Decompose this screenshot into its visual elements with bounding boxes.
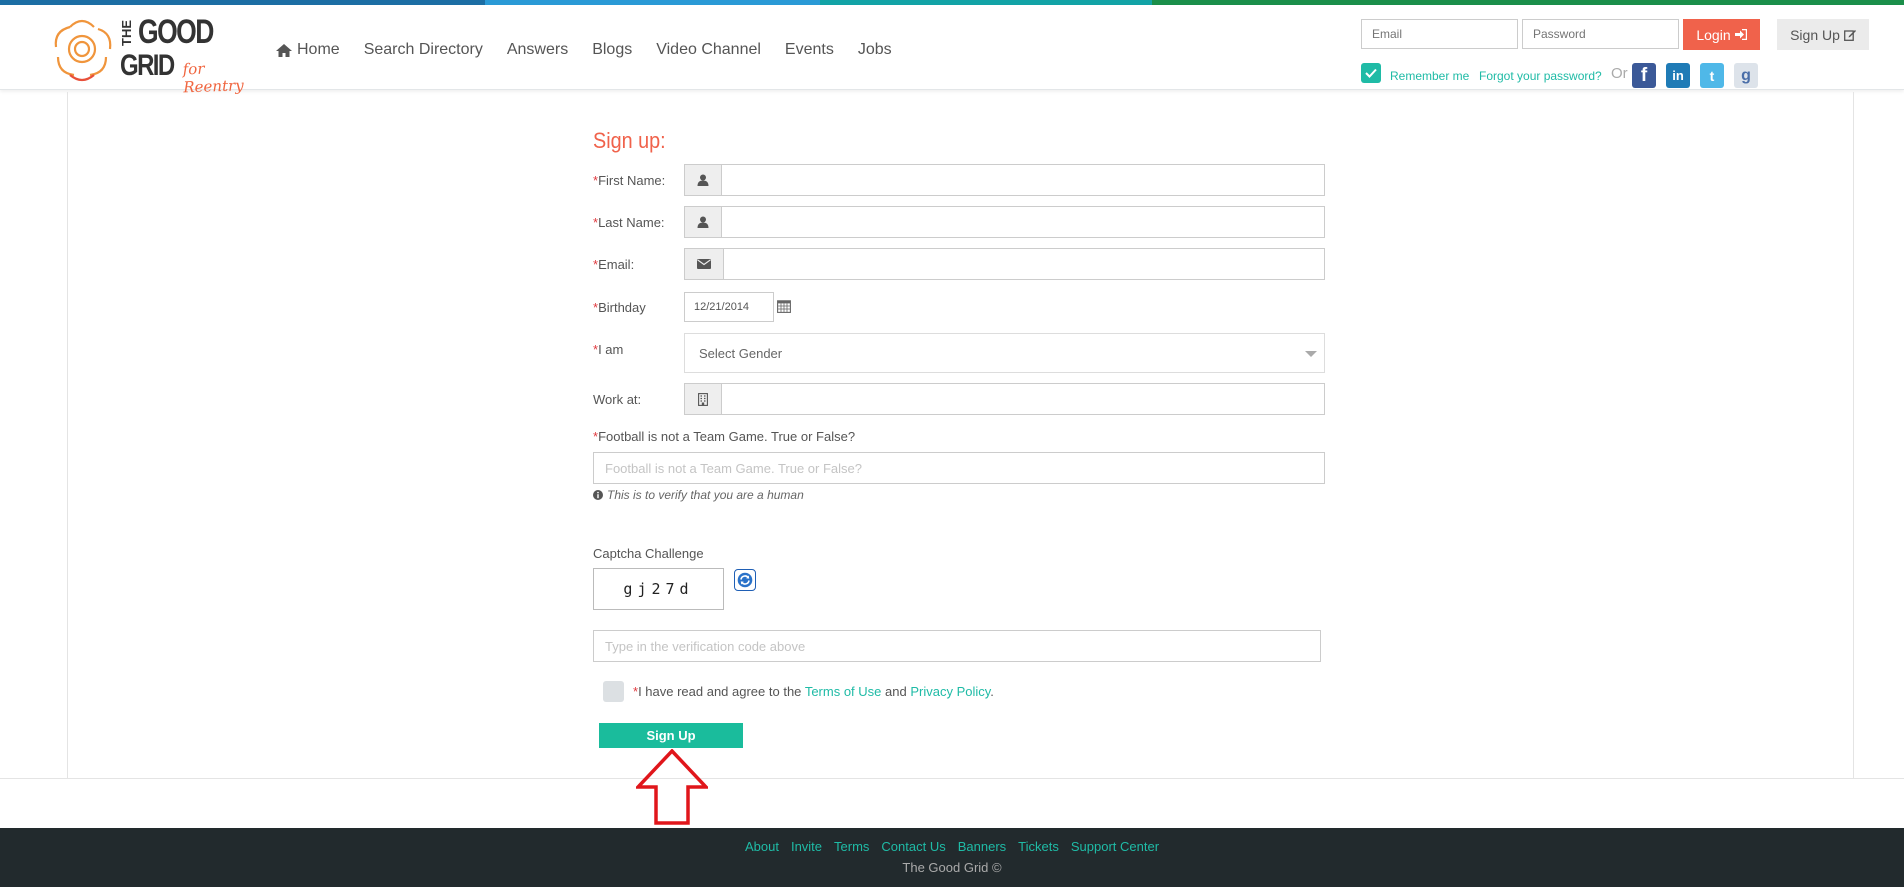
logo-text-the: THE	[119, 20, 134, 46]
login-password-input[interactable]	[1522, 19, 1679, 49]
logo-text-grid: GRID	[120, 49, 175, 82]
nav-events[interactable]: Events	[785, 41, 834, 59]
chevron-down-icon	[1305, 351, 1317, 357]
top-header: THE GOOD GRID for Reentry Home Search Di…	[0, 5, 1904, 96]
footer-copyright: The Good Grid ©	[902, 860, 1002, 875]
human-question-label: *Football is not a Team Game. True or Fa…	[593, 429, 856, 444]
work-at-input[interactable]	[722, 384, 1324, 414]
remember-me-checkbox[interactable]	[1361, 63, 1381, 83]
edit-icon	[1843, 29, 1856, 41]
human-question-input[interactable]: Football is not a Team Game. True or Fal…	[593, 452, 1325, 484]
flower-logo-icon	[54, 19, 112, 82]
building-icon	[685, 384, 722, 414]
header-signup-label: Sign Up	[1790, 26, 1840, 43]
footer-link-contact-us[interactable]: Contact Us	[881, 839, 945, 854]
human-hint-text: This is to verify that you are a human	[607, 488, 804, 502]
refresh-icon	[737, 572, 753, 588]
nav-search-directory[interactable]: Search Directory	[364, 41, 483, 59]
user-icon	[685, 165, 722, 195]
site-logo[interactable]: THE GOOD GRID for Reentry	[48, 13, 263, 96]
last-name-field[interactable]	[684, 206, 1325, 238]
footer-link-support-center[interactable]: Support Center	[1071, 839, 1159, 854]
captcha-label: Captcha Challenge	[593, 546, 704, 561]
nav-video-channel[interactable]: Video Channel	[656, 41, 761, 59]
check-icon	[1365, 68, 1377, 78]
info-icon	[593, 490, 603, 500]
email-field[interactable]	[684, 248, 1325, 280]
agree-terms-checkbox[interactable]	[603, 681, 624, 702]
envelope-icon	[685, 249, 724, 279]
verification-code-input[interactable]: Type in the verification code above	[593, 630, 1321, 662]
terms-of-use-link[interactable]: Terms of Use	[805, 684, 882, 699]
calendar-icon[interactable]	[777, 299, 791, 313]
captcha-refresh-button[interactable]	[734, 569, 756, 591]
i-am-label: *I am	[593, 342, 624, 357]
login-email-input[interactable]	[1361, 19, 1518, 49]
last-name-input[interactable]	[722, 207, 1324, 237]
footer-link-banners[interactable]: Banners	[958, 839, 1006, 854]
footer-link-about[interactable]: About	[745, 839, 779, 854]
site-footer: About Invite Terms Contact Us Banners Ti…	[0, 828, 1904, 887]
or-label: Or	[1611, 65, 1628, 82]
birthday-input[interactable]: 12/21/2014	[684, 292, 774, 322]
last-name-label: *Last Name:	[593, 215, 665, 230]
main-nav: Home Search Directory Answers Blogs Vide…	[276, 41, 916, 59]
footer-link-tickets[interactable]: Tickets	[1018, 839, 1059, 854]
login-label: Login	[1696, 26, 1731, 43]
human-hint: This is to verify that you are a human	[593, 488, 804, 502]
email-label: *Email:	[593, 257, 635, 272]
google-icon[interactable]: g	[1734, 63, 1758, 88]
first-name-field[interactable]	[684, 164, 1325, 196]
work-at-field[interactable]	[684, 383, 1325, 415]
footer-links: About Invite Terms Contact Us Banners Ti…	[0, 839, 1904, 854]
logo-tagline: for Reentry	[182, 59, 245, 97]
sign-in-icon	[1734, 29, 1747, 40]
first-name-input[interactable]	[722, 165, 1324, 195]
user-icon	[685, 207, 722, 237]
privacy-policy-link[interactable]: Privacy Policy	[910, 684, 990, 699]
content-divider	[0, 778, 1904, 779]
gender-selected-value: Select Gender	[699, 345, 783, 361]
signup-submit-button[interactable]: Sign Up	[599, 723, 743, 748]
footer-link-invite[interactable]: Invite	[791, 839, 822, 854]
agree-terms-label: *I have read and agree to the Terms of U…	[633, 684, 994, 699]
signup-title: Sign up:	[593, 128, 666, 153]
footer-link-terms[interactable]: Terms	[834, 839, 869, 854]
header-signup-button[interactable]: Sign Up	[1777, 19, 1869, 50]
nav-home-label: Home	[297, 41, 340, 58]
facebook-icon[interactable]: f	[1632, 63, 1656, 88]
nav-jobs[interactable]: Jobs	[858, 41, 892, 59]
captcha-image: gj27d	[593, 568, 724, 610]
nav-blogs[interactable]: Blogs	[592, 41, 632, 59]
birthday-label: *Birthday	[593, 300, 646, 315]
gender-select[interactable]: Select Gender	[684, 333, 1325, 373]
work-at-label: Work at:	[593, 392, 642, 407]
linkedin-icon[interactable]: in	[1666, 63, 1690, 88]
red-arrow-annotation	[636, 749, 708, 825]
home-icon	[276, 43, 292, 57]
remember-me-label[interactable]: Remember me	[1390, 69, 1469, 83]
nav-home[interactable]: Home	[276, 41, 340, 59]
forgot-password-link[interactable]: Forgot your password?	[1479, 69, 1602, 83]
first-name-label: *First Name:	[593, 173, 666, 188]
login-button[interactable]: Login	[1683, 19, 1760, 50]
nav-answers[interactable]: Answers	[507, 41, 568, 59]
email-input[interactable]	[724, 249, 1324, 279]
logo-text-good: GOOD	[138, 13, 214, 51]
twitter-icon[interactable]: t	[1700, 63, 1724, 88]
